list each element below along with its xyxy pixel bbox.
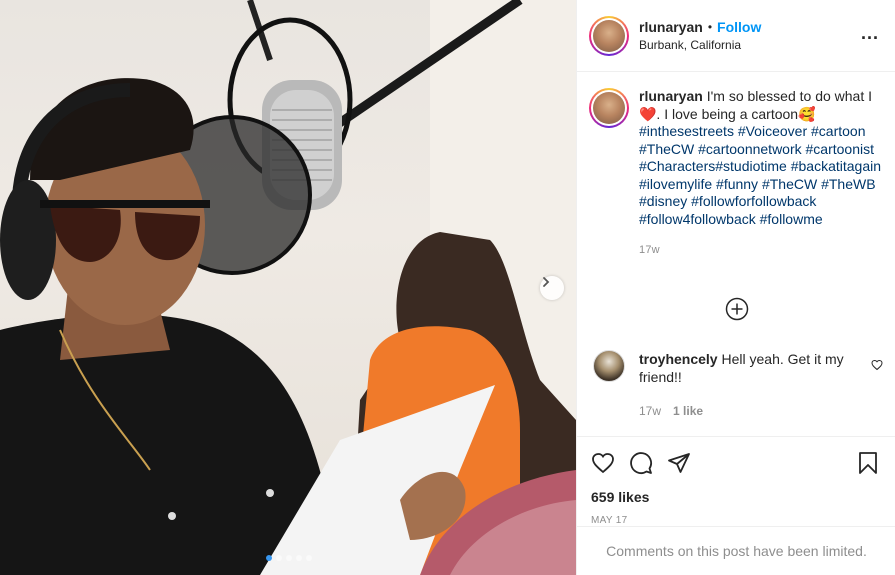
commenter-avatar[interactable]: [593, 350, 625, 382]
post-media[interactable]: [0, 0, 576, 575]
caption-avatar[interactable]: [589, 88, 629, 128]
comment-like-button[interactable]: [871, 358, 883, 376]
carousel-dot: [276, 555, 282, 561]
post-panel: rlunaryan • Follow Burbank, California .…: [576, 0, 895, 575]
caption-hashtags[interactable]: #inthesestreets #Voiceover #cartoon #The…: [639, 123, 881, 227]
follow-button[interactable]: Follow: [717, 18, 761, 36]
more-options-button[interactable]: ...: [861, 24, 879, 42]
author-avatar[interactable]: [589, 15, 629, 56]
save-button[interactable]: [856, 451, 880, 475]
post-actions: 659 likes MAY 17: [577, 436, 895, 526]
bookmark-icon: [859, 452, 877, 474]
comment-item: troyhencely Hell yeah. Get it my friend!…: [593, 350, 883, 420]
next-photo-button[interactable]: [540, 276, 564, 300]
author-username[interactable]: rlunaryan: [639, 18, 703, 36]
post-caption: rlunaryan I'm so blessed to do what I ❤️…: [589, 88, 889, 260]
caption-username[interactable]: rlunaryan: [639, 88, 703, 104]
post-date[interactable]: MAY 17: [591, 515, 880, 526]
heart-icon: [592, 453, 614, 474]
separator-dot: •: [707, 19, 713, 34]
share-button[interactable]: [667, 451, 691, 475]
comment-time[interactable]: 17w: [639, 402, 661, 420]
carousel-dot: [296, 555, 302, 561]
comments-limited-notice: Comments on this post have been limited.: [577, 526, 895, 575]
like-button[interactable]: [591, 451, 615, 475]
more-icon: ...: [860, 23, 879, 43]
studio-photo: [0, 0, 576, 575]
plus-circle-icon: [725, 297, 749, 321]
carousel-dot: [306, 555, 312, 561]
comment-button[interactable]: [629, 451, 653, 475]
post-location[interactable]: Burbank, California: [639, 36, 761, 54]
likes-count[interactable]: 659 likes: [591, 489, 880, 505]
caption-time[interactable]: 17w: [639, 242, 889, 260]
carousel-dot: [266, 555, 272, 561]
comment-icon: [630, 452, 652, 474]
share-icon: [668, 453, 690, 473]
commenter-username[interactable]: troyhencely: [639, 351, 718, 367]
carousel-indicator: [266, 555, 312, 561]
load-more-comments-button[interactable]: [725, 297, 749, 321]
chevron-right-icon: [543, 277, 550, 287]
comment-likes[interactable]: 1 like: [673, 402, 703, 420]
carousel-dot: [286, 555, 292, 561]
heart-icon: [871, 359, 883, 371]
post-header: rlunaryan • Follow Burbank, California .…: [577, 0, 895, 72]
